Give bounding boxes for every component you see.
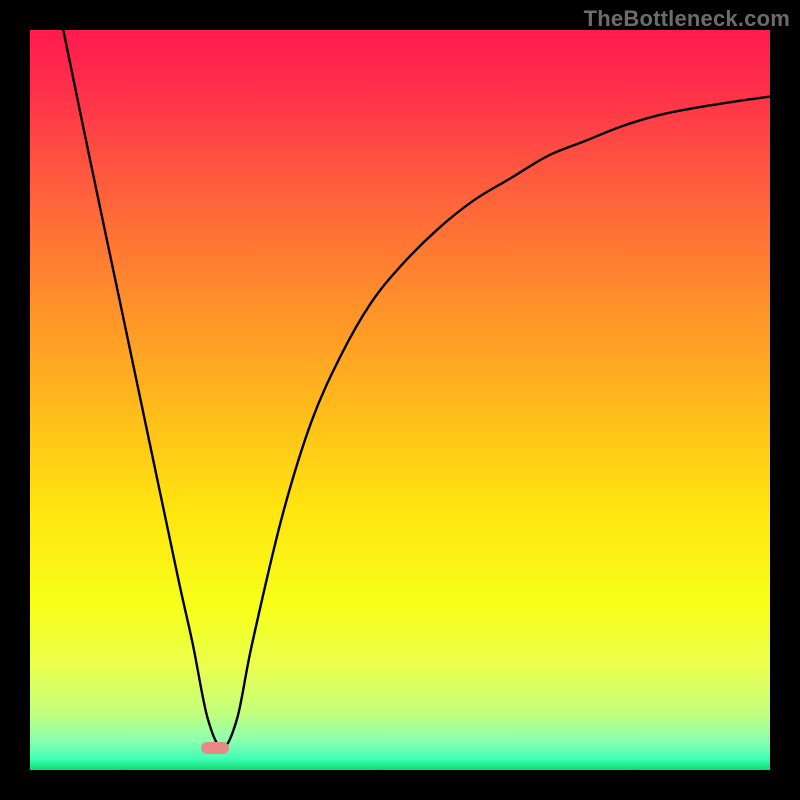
plot-area xyxy=(30,30,770,770)
chart-container: TheBottleneck.com xyxy=(0,0,800,800)
watermark-text: TheBottleneck.com xyxy=(584,6,790,32)
curve-layer xyxy=(30,30,770,770)
bottleneck-curve xyxy=(63,30,770,748)
optimal-point-marker xyxy=(201,742,229,754)
